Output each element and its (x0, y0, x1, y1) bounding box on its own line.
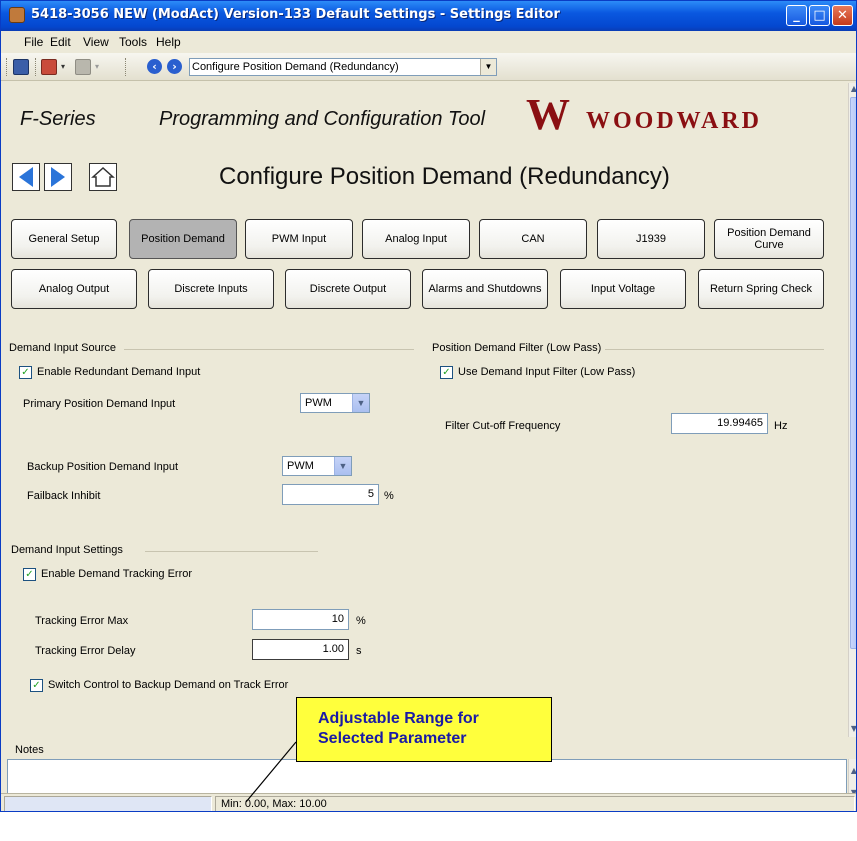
adjustable-range-callout: Adjustable Range for Selected Parameter (296, 697, 552, 762)
callout-line-1: Adjustable Range for (318, 710, 479, 727)
callout-line-2: Selected Parameter (318, 730, 467, 747)
